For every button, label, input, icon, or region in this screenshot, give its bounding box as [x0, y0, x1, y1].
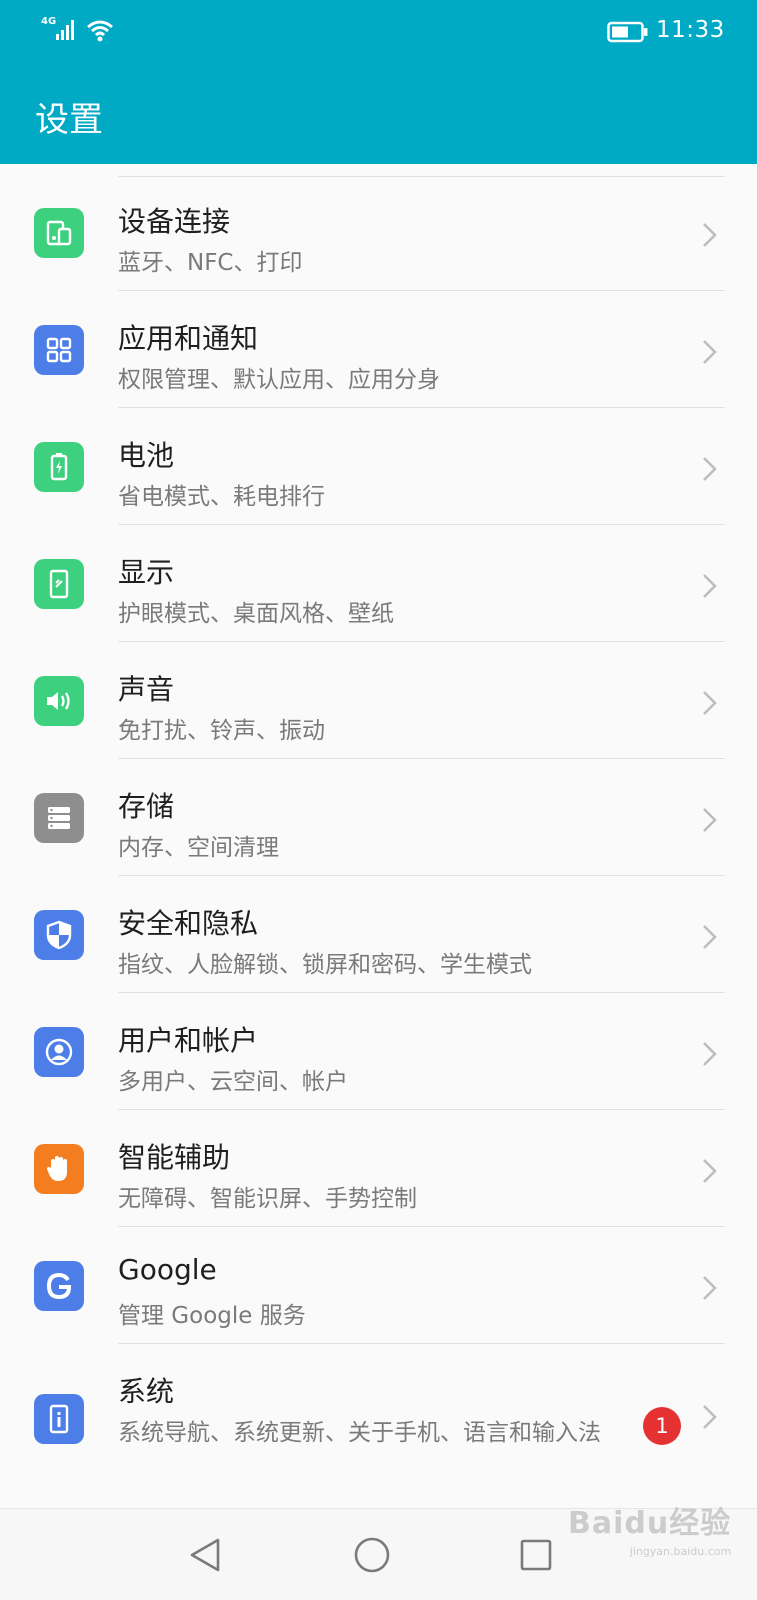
- chevron-right-icon: [703, 1042, 717, 1066]
- chevron-right-icon: [703, 457, 717, 481]
- sound-icon: [34, 676, 84, 726]
- settings-item-subtitle: 内存、空间清理: [118, 835, 279, 861]
- wifi-icon: [87, 20, 113, 42]
- settings-item-title: 显示: [118, 556, 175, 589]
- settings-item-subtitle: 权限管理、默认应用、应用分身: [118, 367, 440, 393]
- settings-item-title: 存储: [118, 790, 175, 823]
- clock: 11:33: [656, 17, 725, 43]
- chevron-right-icon: [703, 1276, 717, 1300]
- watermark-url: jingyan.baidu.com: [629, 1545, 732, 1558]
- battery-setting-icon: [34, 442, 84, 492]
- settings-item-title: 设备连接: [118, 205, 231, 238]
- settings-item-google[interactable]: Google 管理 Google 服务: [0, 1227, 757, 1344]
- chevron-right-icon: [703, 223, 717, 247]
- battery-icon: [607, 21, 648, 43]
- settings-item-storage[interactable]: 存储 内存、空间清理: [0, 759, 757, 876]
- device-connection-icon: [34, 208, 84, 258]
- settings-item-subtitle: 护眼模式、桌面风格、壁纸: [118, 601, 394, 627]
- page-title: 设置: [35, 100, 103, 140]
- chevron-right-icon: [703, 808, 717, 832]
- settings-item-title: 电池: [118, 439, 175, 472]
- chevron-right-icon: [703, 925, 717, 949]
- settings-item-users[interactable]: 用户和帐户 多用户、云空间、帐户: [0, 993, 757, 1110]
- signal-icon: [56, 20, 74, 40]
- settings-item-assistance[interactable]: 智能辅助 无障碍、智能识屏、手势控制: [0, 1110, 757, 1227]
- storage-icon: [34, 793, 84, 843]
- settings-item-title: 声音: [118, 673, 175, 706]
- chevron-right-icon: [703, 691, 717, 715]
- settings-item-battery[interactable]: 电池 省电模式、耗电排行: [0, 408, 757, 525]
- settings-item-subtitle: 免打扰、铃声、振动: [118, 718, 325, 744]
- settings-item-title: 应用和通知: [118, 322, 259, 355]
- chevron-right-icon: [703, 1405, 717, 1429]
- settings-list: 设备连接 蓝牙、NFC、打印 应用和通知 权限管理、默认应用、应用分身 电池 省…: [0, 164, 757, 1508]
- settings-item-subtitle: 无障碍、智能识屏、手势控制: [118, 1186, 417, 1212]
- settings-item-security[interactable]: 安全和隐私 指纹、人脸解锁、锁屏和密码、学生模式: [0, 876, 757, 993]
- chevron-right-icon: [703, 340, 717, 364]
- chevron-right-icon: [703, 574, 717, 598]
- settings-item-title: 用户和帐户: [118, 1024, 259, 1057]
- display-icon: [34, 559, 84, 609]
- settings-item-subtitle: 多用户、云空间、帐户: [118, 1069, 348, 1095]
- settings-item-subtitle: 系统导航、系统更新、关于手机、语言和输入法: [118, 1420, 601, 1446]
- settings-item-title: Google: [118, 1253, 217, 1286]
- network-type-label: 4G: [41, 16, 57, 27]
- google-icon: [34, 1261, 84, 1311]
- settings-item-subtitle: 省电模式、耗电排行: [118, 484, 325, 510]
- settings-item-apps[interactable]: 应用和通知 权限管理、默认应用、应用分身: [0, 291, 757, 408]
- system-info-icon: [34, 1394, 84, 1444]
- chevron-right-icon: [703, 1159, 717, 1183]
- back-icon[interactable]: [188, 1537, 224, 1573]
- app-bar: 设置: [0, 64, 757, 164]
- user-icon: [34, 1027, 84, 1077]
- settings-item-subtitle: 蓝牙、NFC、打印: [118, 250, 303, 276]
- settings-item-title: 安全和隐私: [118, 907, 259, 940]
- notification-badge: 1: [643, 1407, 681, 1445]
- settings-item-title: 系统: [118, 1375, 175, 1408]
- home-icon[interactable]: [353, 1536, 391, 1574]
- settings-item-subtitle: 指纹、人脸解锁、锁屏和密码、学生模式: [118, 952, 532, 978]
- status-bar: 4G 11:33: [0, 0, 757, 64]
- apps-icon: [34, 325, 84, 375]
- watermark-brand: Baidu经验: [568, 1506, 732, 1541]
- settings-item-title: 智能辅助: [118, 1141, 231, 1174]
- watermark: Baidu经验 jingyan.baidu.com: [568, 1509, 732, 1564]
- settings-item-display[interactable]: 显示 护眼模式、桌面风格、壁纸: [0, 525, 757, 642]
- recents-icon[interactable]: [519, 1538, 553, 1572]
- settings-item-sound[interactable]: 声音 免打扰、铃声、振动: [0, 642, 757, 759]
- settings-item-device-connection[interactable]: 设备连接 蓝牙、NFC、打印: [0, 174, 757, 291]
- shield-icon: [34, 910, 84, 960]
- hand-icon: [34, 1144, 84, 1194]
- settings-item-system[interactable]: 系统 系统导航、系统更新、关于手机、语言和输入法 1: [0, 1344, 757, 1494]
- settings-item-subtitle: 管理 Google 服务: [118, 1303, 306, 1329]
